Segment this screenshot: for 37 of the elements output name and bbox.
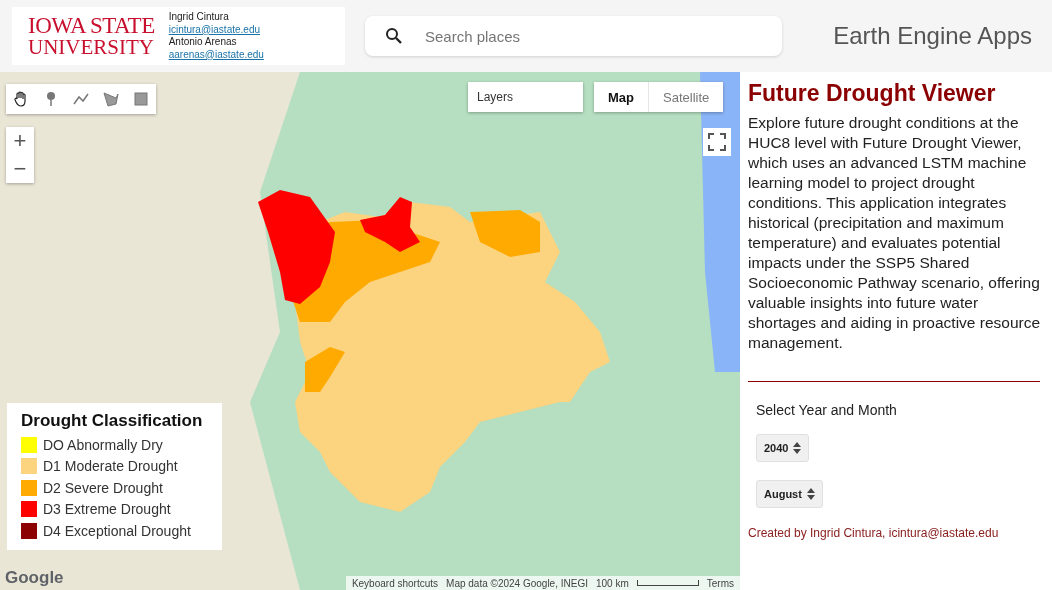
updown-icon <box>806 488 815 500</box>
attribution-text: Keyboard shortcuts <box>351 577 439 589</box>
zoom-in-button[interactable]: + <box>6 127 34 155</box>
attribution-text: Map data ©2024 Google, INEGI <box>446 577 588 589</box>
university-logo-text: UNIVERSITY <box>28 37 155 58</box>
layers-dropdown[interactable]: Layers <box>468 82 583 112</box>
legend-label: D1 Moderate Drought <box>43 458 178 475</box>
credit-text: Created by Ingrid Cintura, icintura@iastate.edu <box>748 526 1000 540</box>
select-dropdown[interactable]: August <box>756 480 823 508</box>
legend-label: D3 Extreme Drought <box>43 501 171 518</box>
author-name: Ingrid Cintura <box>168 11 230 24</box>
zoom-out-button[interactable]: − <box>6 155 34 183</box>
search-icon <box>385 27 403 45</box>
map-type-tab[interactable]: Map <box>594 82 649 112</box>
select-dropdown[interactable]: 2040 <box>756 434 810 462</box>
legend-label: D4 Exceptional Drought <box>43 522 191 539</box>
author-email-link[interactable]: icintura@iastate.edu <box>168 23 264 36</box>
app-title: Earth Engine Apps <box>833 22 1032 50</box>
fullscreen-icon <box>708 133 726 151</box>
panel-title: Future Drought Viewer <box>748 80 997 107</box>
description-text: Explore future drought conditions at the HUC8 level with Future Drought Viewer, which uses an advanced LSTM machine learning model to project drought conditions. This application integrates historical (precipitation and maximum temperature) and evaluates potential impacts under the SSP5 Shared Socioeconomic Pathway scenario, offering valuable insights into future water shortages and aiding in proactive resource management. <box>748 113 1042 353</box>
author-name: Antonio Arenas <box>168 36 238 49</box>
attribution-text: 100 km <box>595 577 629 589</box>
university-logo-text: IOWA STATE <box>28 14 155 37</box>
select-label: Select Year and Month <box>756 402 898 418</box>
search-field[interactable]: Search places <box>365 16 782 56</box>
search-input[interactable]: Search places <box>423 26 757 46</box>
map-type-tab[interactable]: Satellite <box>649 82 724 112</box>
legend-title: Drought Classification <box>21 411 204 431</box>
legend-label: D2 Severe Drought <box>43 479 163 496</box>
updown-icon <box>793 442 802 454</box>
fullscreen-button[interactable] <box>703 128 731 156</box>
attribution-text: Terms <box>706 577 734 589</box>
scale-bar-icon <box>636 580 699 586</box>
map-logo: Google <box>5 568 64 588</box>
legend-label: DO Abnormally Dry <box>43 436 163 453</box>
author-email-link[interactable]: aarenas@iastate.edu <box>168 48 264 61</box>
